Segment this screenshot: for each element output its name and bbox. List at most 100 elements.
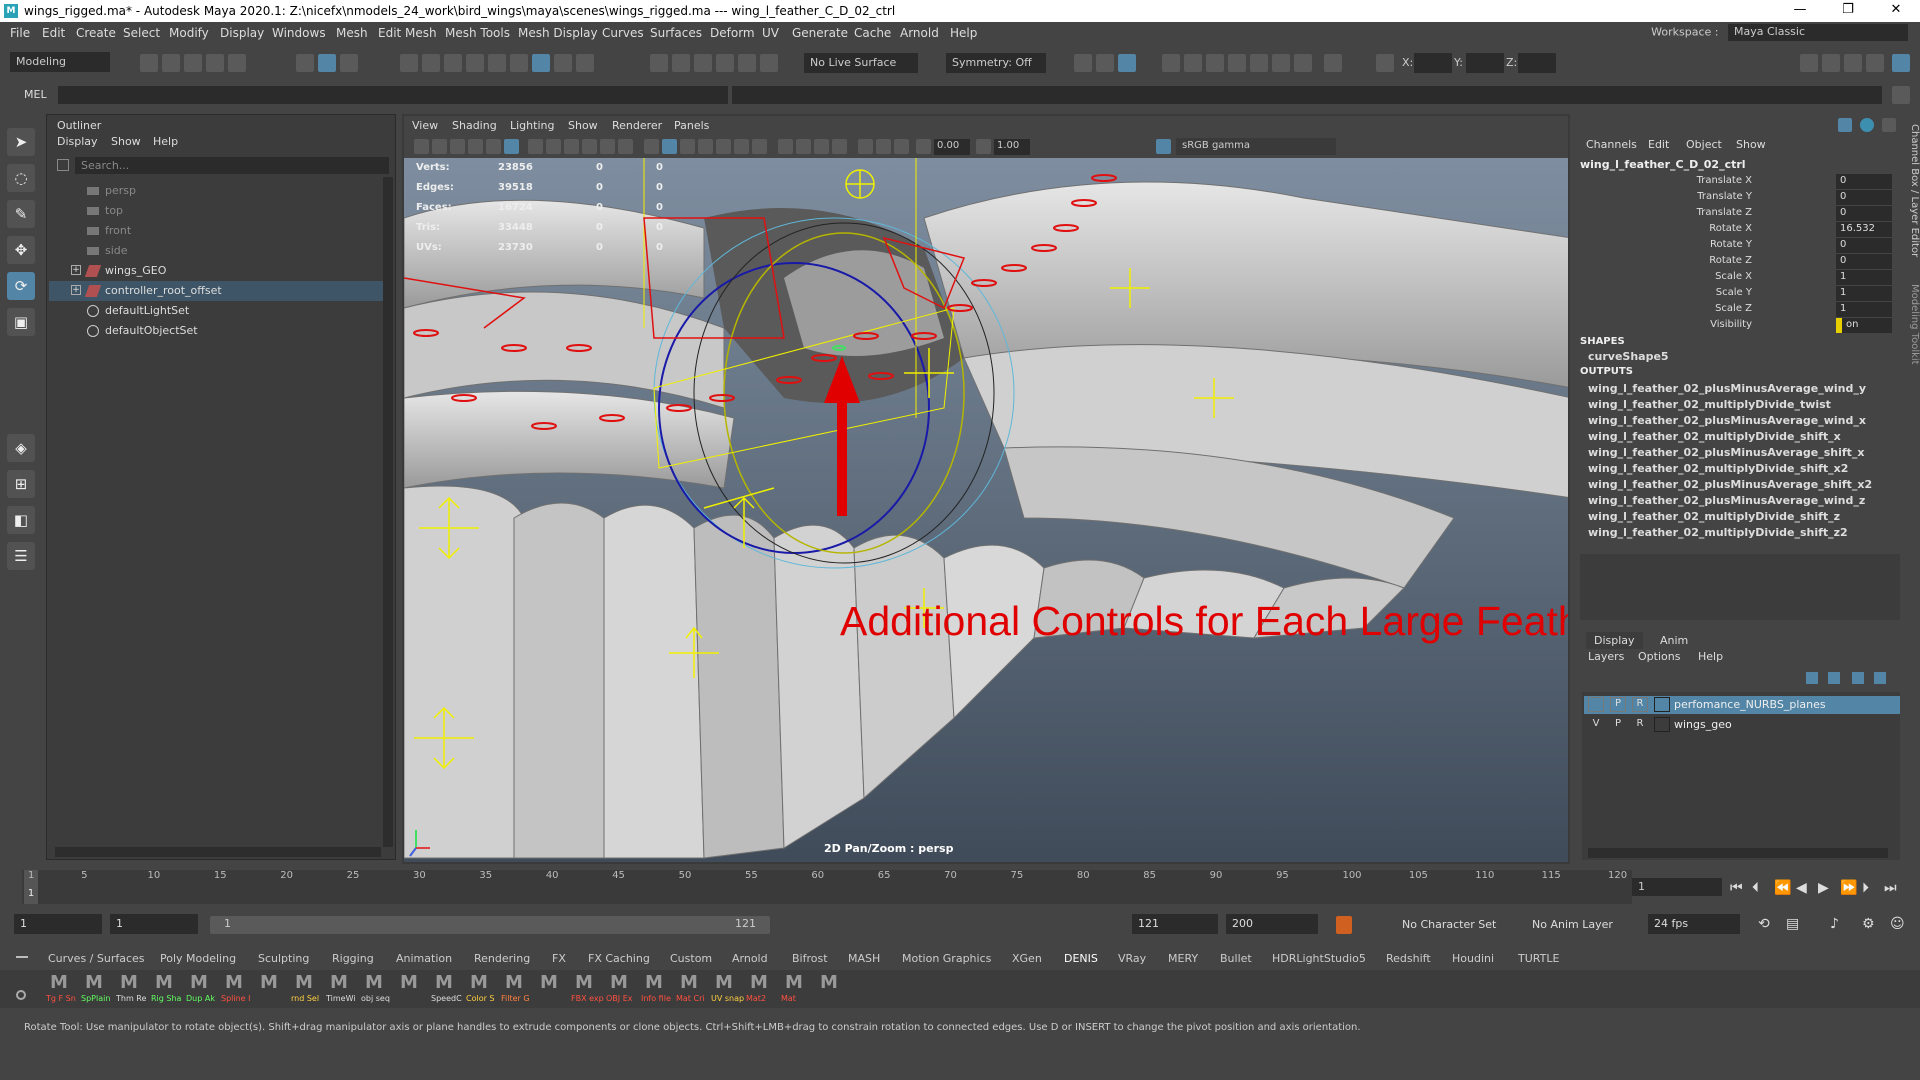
scene-end-field[interactable]: 200 [1226,914,1318,934]
range-slider-bar[interactable]: 1 121 [210,916,770,934]
outliner-item-front[interactable]: front [49,221,385,241]
menu-windows[interactable]: Windows [272,26,326,40]
shelf-tab-custom[interactable]: Custom [670,952,712,965]
wireframe-icon[interactable] [644,139,659,154]
film-gate-icon[interactable] [546,139,561,154]
live-surface-field[interactable]: No Live Surface [804,53,918,73]
menu-curves[interactable]: Curves [602,26,644,40]
play-backwards-icon[interactable]: ◀ [1796,880,1807,896]
shelf-tab-denis[interactable]: DENIS [1064,952,1098,965]
motion-blur-icon[interactable] [814,139,829,154]
sound-icon[interactable]: ♪ [1830,916,1839,932]
output-node[interactable]: wing_l_feather_02_plusMinusAverage_wind_… [1588,414,1866,427]
playback-end-field[interactable]: 121 [1132,914,1218,934]
shelf-tab-rigging[interactable]: Rigging [332,952,374,965]
current-frame-field[interactable]: 1 [1632,878,1722,896]
layer-row-perfomance-nurbs-planes[interactable]: P R perfomance_NURBS_planes [1584,696,1900,714]
menu-file[interactable]: File [10,26,30,40]
shelf-tab-hdrlightstudio[interactable]: HDRLightStudio5 [1272,952,1366,965]
paint-select-tool-icon[interactable]: ✎ [7,200,35,228]
snap-curve-icon[interactable] [422,54,440,72]
arnold-light-icon[interactable] [1250,54,1268,72]
viewport-menu-panels[interactable]: Panels [674,119,709,132]
shelf-button[interactable]: M Mat2 [746,972,778,1004]
outliner-item-default-light-set[interactable]: defaultLightSet [49,301,385,321]
snap-surface-icon[interactable] [488,54,506,72]
lock-icon[interactable] [554,54,572,72]
grease-pencil-icon[interactable] [504,139,519,154]
select-object-icon[interactable] [318,54,336,72]
filter-icon[interactable] [57,159,69,171]
output-node[interactable]: wing_l_feather_02_multiplyDivide_shift_z… [1588,526,1848,539]
shelf-tab-arnold[interactable]: Arnold [732,952,768,965]
attr-scale-x[interactable]: Scale X1 [1578,270,1898,286]
menu-mesh[interactable]: Mesh [336,26,368,40]
construction-history-icon[interactable] [650,54,668,72]
menu-select[interactable]: Select [123,26,160,40]
shelf-button[interactable]: M Thm Re [116,972,148,1004]
ops-icon[interactable] [694,54,712,72]
outliner-item-default-object-set[interactable]: defaultObjectSet [49,321,385,341]
shelf-tab-vray[interactable]: VRay [1118,952,1146,965]
shelf-tab-bullet[interactable]: Bullet [1220,952,1252,965]
attr-rotate-z[interactable]: Rotate Z0 [1578,254,1898,270]
shelf-tab-animation[interactable]: Animation [396,952,452,965]
viewport-scene[interactable]: Verts: 23856 0 0 Edges: 39518 0 0 Faces: 16724 0… [404,158,1568,862]
shelf-menu-icon[interactable] [16,956,28,958]
shelf-tab-rendering[interactable]: Rendering [474,952,530,965]
attr-translate-z[interactable]: Translate Z0 [1578,206,1898,222]
play-forwards-icon[interactable]: ▶ [1818,880,1829,896]
time-slider-track[interactable]: 1 1 5 10 15 20 25 30 35 40 45 50 55 60 65 70 75 80 85 90 95… [22,870,1632,904]
menu-help[interactable]: Help [950,26,977,40]
step-back-icon[interactable]: ⏴ [1752,880,1759,896]
grid-icon[interactable] [528,139,543,154]
layer-tab-anim[interactable]: Anim [1652,632,1696,649]
step-forward-icon[interactable]: ⏵ [1862,880,1869,896]
outliner-item-wings-geo[interactable]: + wings_GEO [49,261,385,281]
attr-scale-y[interactable]: Scale Y1 [1578,286,1898,302]
xray-icon[interactable] [716,139,731,154]
shelf-tab-poly-modeling[interactable]: Poly Modeling [160,952,236,965]
anti-aliasing-icon[interactable] [832,139,847,154]
xray-active-icon[interactable] [894,139,909,154]
snap-grid-icon[interactable] [400,54,418,72]
new-scene-icon[interactable] [140,54,158,72]
shelf-button[interactable]: M Mat [781,972,813,1004]
expand-icon[interactable]: + [71,285,81,295]
single-perspective-layout-icon[interactable]: ◈ [7,434,35,462]
arnold-shader-icon[interactable] [1272,54,1290,72]
outliner-menu-help[interactable]: Help [153,135,178,148]
view-transform-dropdown[interactable]: sRGB gamma [1176,138,1336,155]
attr-translate-x[interactable]: Translate X0 [1578,174,1898,190]
persp-outliner-layout-icon[interactable]: ◧ [7,506,35,534]
script-editor-icon[interactable] [1892,86,1910,104]
input-icon[interactable] [576,54,594,72]
lasso-tool-icon[interactable]: ◌ [7,164,35,192]
attribute-editor-icon[interactable] [1844,54,1862,72]
layer-h-scrollbar[interactable] [1588,848,1888,858]
outliner-item-top[interactable]: top [49,201,385,221]
shelf-button[interactable]: M [396,972,428,1004]
shelf-button[interactable]: M [256,972,288,1004]
layers-menu[interactable]: Layers [1588,650,1624,663]
shelf-button[interactable]: M OBJ Ex [606,972,638,1004]
menu-uv[interactable]: UV [762,26,779,40]
wireframe-on-shaded-icon[interactable] [698,139,713,154]
selected-object-name[interactable]: wing_l_feather_C_D_02_ctrl [1580,158,1746,171]
outliner-menu-show[interactable]: Show [111,135,141,148]
shelf-settings-icon[interactable] [16,990,26,1000]
outliner-menu-display[interactable]: Display [57,135,98,148]
layer-visibility-toggle[interactable] [1588,697,1604,712]
move-layer-down-icon[interactable] [1828,672,1840,684]
color-management-icon[interactable] [1156,139,1171,154]
gate-mask-icon[interactable] [582,139,597,154]
output-node[interactable]: wing_l_feather_02_multiplyDivide_shift_x… [1588,462,1848,475]
channels-menu[interactable]: Channels [1586,138,1637,151]
hypershade-icon[interactable] [1184,54,1202,72]
shelf-button[interactable]: M Color S [466,972,498,1004]
gamma-icon[interactable] [976,139,991,154]
viewport-menu-show[interactable]: Show [568,119,598,132]
z-field[interactable] [1518,53,1556,73]
outliner-scrollbar[interactable] [383,177,393,847]
character-set-dropdown[interactable]: No Character Set [1402,918,1496,931]
